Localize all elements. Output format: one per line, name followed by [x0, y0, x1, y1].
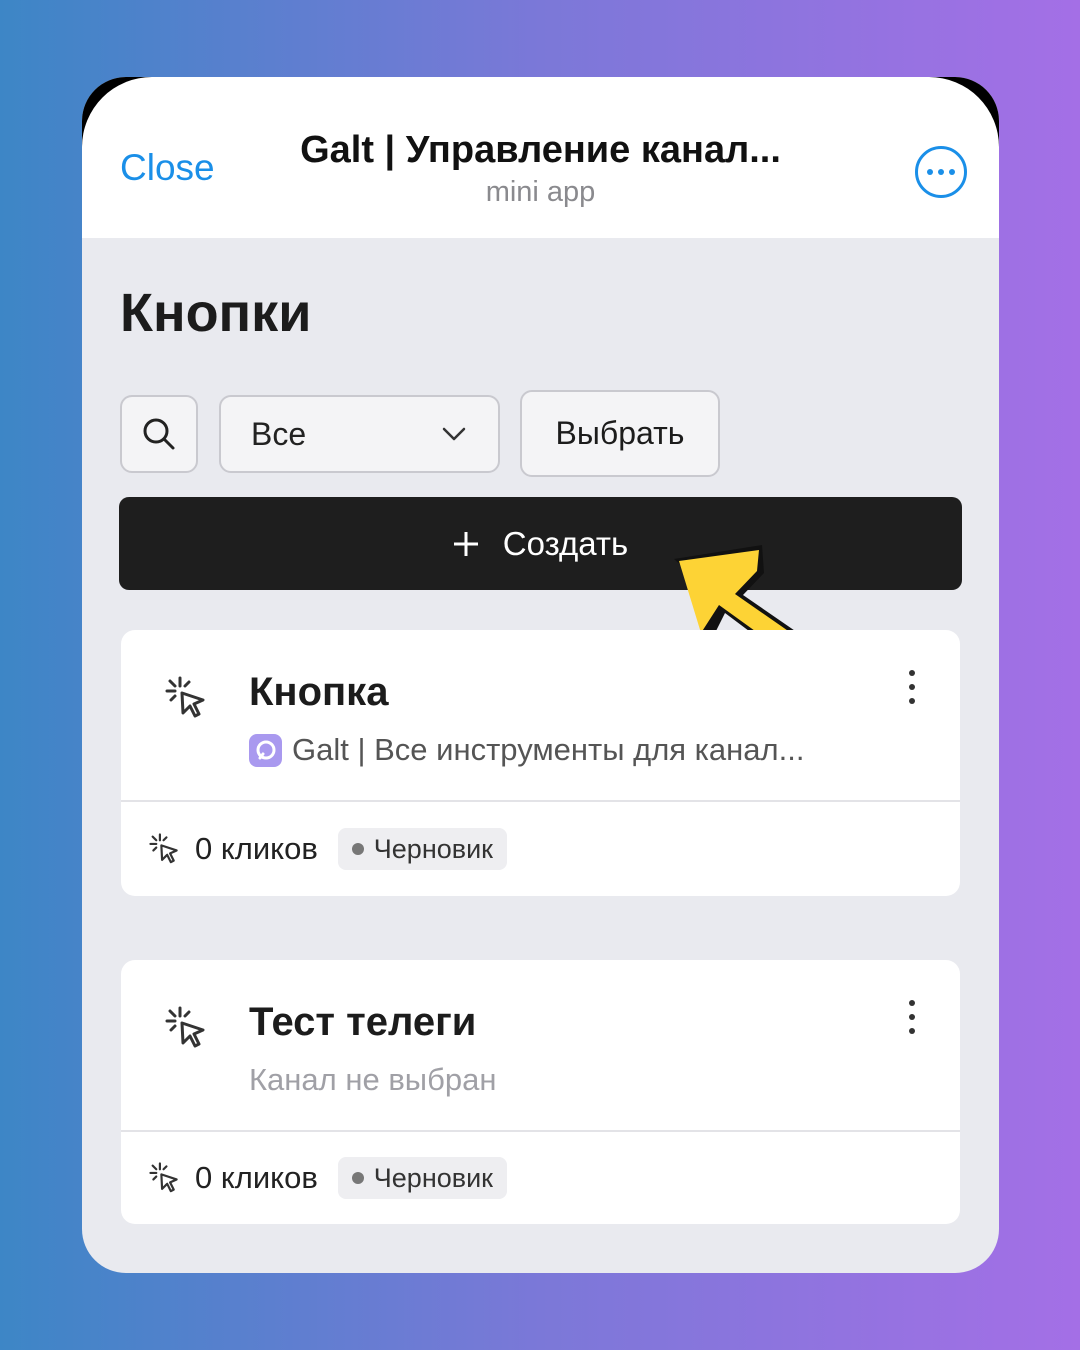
page-title: Кнопки	[120, 283, 312, 343]
status-dot-icon	[351, 843, 364, 855]
select-button[interactable]: Выбрать	[520, 390, 720, 477]
status-label: Черновик	[373, 1162, 493, 1193]
cursor-click-icon	[149, 833, 178, 864]
card-footer: 0 кликов Черновик	[121, 1132, 960, 1224]
click-count: 0 кликов	[149, 1160, 318, 1196]
more-options-button[interactable]	[915, 146, 967, 198]
button-card[interactable]: Кнопка Galt | Все инструменты для канал.…	[121, 630, 960, 896]
channel-name: Канал не выбран	[249, 1062, 497, 1097]
button-card[interactable]: Тест телеги Канал не выбран 0 кликов Чер…	[121, 960, 960, 1224]
create-button-label: Создать	[502, 524, 629, 562]
card-menu-button[interactable]	[901, 1000, 923, 1034]
card-title: Тест телеги	[249, 1000, 477, 1044]
card-footer: 0 кликов Черновик	[121, 802, 960, 896]
cursor-click-icon	[165, 676, 205, 718]
app-title: Galt | Управление канал...	[300, 129, 781, 171]
kebab-icon-dot	[909, 1000, 915, 1006]
channel-name: Galt | Все инструменты для канал...	[292, 732, 805, 767]
kebab-icon-dot	[909, 1014, 915, 1020]
click-count-label: 0 кликов	[195, 831, 318, 866]
card-header: Тест телеги Канал не выбран	[121, 960, 960, 1132]
close-button[interactable]: Close	[120, 147, 215, 189]
cursor-click-icon	[149, 1162, 178, 1193]
app-header: Close Galt | Управление канал... mini ap…	[82, 77, 999, 238]
kebab-icon-dot	[909, 1028, 915, 1034]
search-button[interactable]	[120, 395, 198, 473]
filter-dropdown[interactable]: Все	[219, 395, 500, 473]
status-badge: Черновик	[337, 1157, 507, 1199]
click-count: 0 кликов	[149, 831, 318, 867]
kebab-icon-dot	[909, 684, 915, 690]
ellipsis-icon-dot	[938, 169, 944, 175]
card-menu-button[interactable]	[901, 670, 923, 704]
cursor-click-icon	[165, 1006, 205, 1048]
chevron-down-icon	[442, 427, 466, 441]
status-label: Черновик	[373, 833, 493, 864]
mini-app-window: Close Galt | Управление канал... mini ap…	[82, 77, 999, 1273]
click-count-label: 0 кликов	[195, 1160, 318, 1195]
card-channel: Канал не выбран	[249, 1062, 496, 1098]
search-icon	[143, 418, 175, 450]
filter-value: Все	[251, 415, 307, 452]
card-title: Кнопка	[249, 670, 389, 714]
ellipsis-icon-dot	[927, 169, 933, 175]
kebab-icon-dot	[909, 698, 915, 704]
card-channel: Galt | Все инструменты для канал...	[249, 732, 804, 768]
status-dot-icon	[351, 1172, 364, 1184]
kebab-icon-dot	[909, 670, 915, 676]
app-subtitle: mini app	[485, 176, 596, 208]
channel-logo-icon	[249, 733, 282, 767]
plus-icon	[453, 531, 478, 556]
card-header: Кнопка Galt | Все инструменты для канал.…	[121, 630, 960, 802]
title-block: Galt | Управление канал... mini app	[242, 129, 839, 209]
ellipsis-icon-dot	[949, 169, 955, 175]
create-button[interactable]: Создать	[119, 497, 962, 590]
status-badge: Черновик	[337, 828, 507, 870]
